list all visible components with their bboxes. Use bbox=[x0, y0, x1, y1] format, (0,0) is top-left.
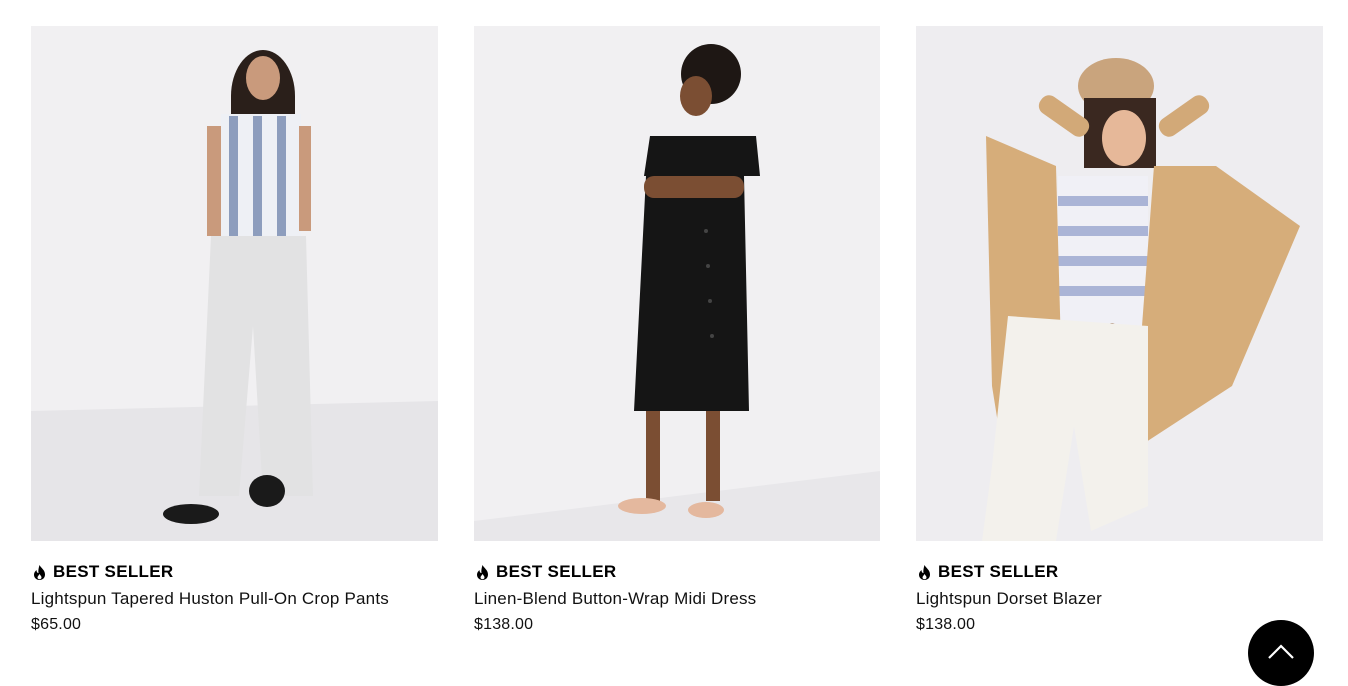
best-seller-badge: BEST SELLER bbox=[31, 562, 438, 581]
product-image[interactable] bbox=[474, 26, 880, 541]
product-name-link[interactable]: Lightspun Dorset Blazer bbox=[916, 588, 1323, 610]
back-to-top-button[interactable] bbox=[1248, 620, 1314, 686]
product-name-link[interactable]: Lightspun Tapered Huston Pull-On Crop Pa… bbox=[31, 588, 438, 610]
product-card[interactable]: BEST SELLER Lightspun Dorset Blazer $138… bbox=[916, 26, 1323, 636]
product-price: $65.00 bbox=[31, 616, 82, 633]
product-price: $138.00 bbox=[474, 616, 534, 633]
product-card[interactable]: BEST SELLER Linen-Blend Button-Wrap Midi… bbox=[474, 26, 880, 636]
product-image[interactable] bbox=[31, 26, 438, 541]
flame-icon bbox=[477, 564, 488, 580]
product-grid: BEST SELLER Lightspun Tapered Huston Pul… bbox=[31, 26, 1323, 636]
product-card[interactable]: BEST SELLER Lightspun Tapered Huston Pul… bbox=[31, 26, 438, 636]
chevron-up-icon bbox=[1268, 644, 1294, 659]
product-name-link[interactable]: Linen-Blend Button-Wrap Midi Dress bbox=[474, 588, 880, 610]
best-seller-badge: BEST SELLER bbox=[916, 562, 1323, 581]
best-seller-badge: BEST SELLER bbox=[474, 562, 880, 581]
product-image[interactable] bbox=[916, 26, 1323, 541]
badge-label: BEST SELLER bbox=[938, 562, 1059, 581]
flame-icon bbox=[919, 564, 930, 580]
badge-label: BEST SELLER bbox=[496, 562, 617, 581]
flame-icon bbox=[34, 564, 45, 580]
badge-label: BEST SELLER bbox=[53, 562, 174, 581]
